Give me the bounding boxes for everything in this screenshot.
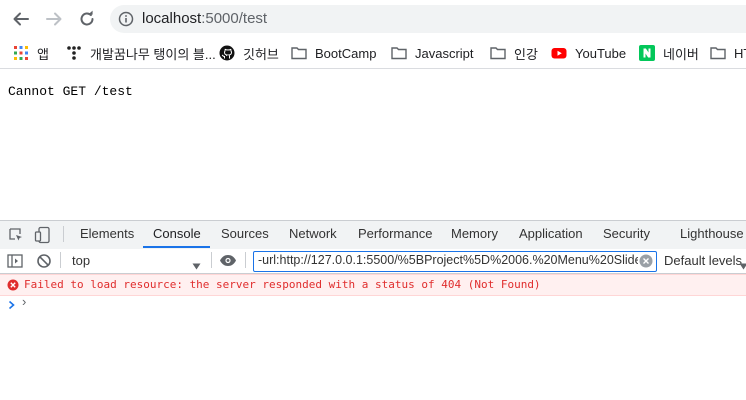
context-selector[interactable]: top [72,253,90,268]
url-host: localhost [142,10,202,27]
dropdown-arrow-icon[interactable] [192,257,201,275]
filter-value: -url:http://127.0.0.1:5500/%5BProject%5D… [258,253,638,267]
bookmark-label: YouTube [575,45,627,61]
divider [63,226,64,242]
bookmark-label: 깃허브 [243,46,279,62]
bookmark-label: 개발꿈나무 탱이의 블... [90,46,216,62]
clear-filter-icon[interactable] [639,254,653,273]
folder-icon [490,45,506,61]
back-arrow-icon [13,12,29,26]
bookmark-label: 네이버 [663,46,699,62]
reload-icon [80,10,94,26]
page-error-message: Cannot GET /test [8,84,133,99]
tab-memory[interactable]: Memory [451,226,498,241]
bookmark-label: 인강 [514,46,538,62]
reload-button[interactable] [76,8,98,30]
apps-grid-icon [13,45,29,61]
levels-dropdown-arrow-icon[interactable] [739,257,746,275]
tab-console[interactable]: Console [153,226,201,241]
divider [245,252,246,268]
folder-icon [391,45,407,61]
bookmark-apps[interactable]: 앱 [13,44,49,62]
console-error-message: Failed to load resource: the server resp… [24,278,541,291]
show-sidebar-icon[interactable] [7,253,23,274]
folder-icon [291,45,307,61]
url-path: :5000/test [201,10,268,27]
log-levels-dropdown[interactable]: Default levels [664,253,742,268]
bookmark-lectures[interactable]: 인강 [490,44,538,62]
tab-network[interactable]: Network [289,226,337,241]
error-icon [7,278,19,296]
active-tab-indicator [143,246,210,248]
tab-application[interactable]: Application [519,226,583,241]
clear-console-icon[interactable] [36,253,52,274]
back-button[interactable] [10,8,32,30]
console-prompt-icon [8,297,16,315]
youtube-icon [551,45,567,61]
github-icon [219,45,235,61]
bookmark-label: HT [734,45,746,61]
tab-sources[interactable]: Sources [221,226,269,241]
tab-performance[interactable]: Performance [358,226,432,241]
url-text[interactable]: localhost:5000/test [142,10,267,27]
tistory-icon [66,45,82,61]
divider [211,252,212,268]
bookmark-label: 앱 [37,46,49,62]
bookmark-ht[interactable]: HT [710,44,746,62]
bookmark-javascript[interactable]: Javascript [391,44,474,62]
tab-security[interactable]: Security [603,226,650,241]
bookmark-youtube[interactable]: YouTube [551,44,626,62]
divider [60,252,61,268]
tab-lighthouse[interactable]: Lighthouse [680,226,744,241]
bookmark-naver[interactable]: 네이버 [639,44,699,62]
forward-arrow-icon [46,12,62,26]
bookmark-label: BootCamp [315,45,377,61]
bookmark-label: Javascript [415,45,474,61]
device-toolbar-icon[interactable] [34,226,52,249]
folder-icon [710,45,726,61]
forward-button[interactable] [43,8,65,30]
tab-elements[interactable]: Elements [80,226,134,241]
info-icon[interactable] [118,11,134,32]
inspect-element-icon[interactable] [8,227,24,248]
bookmark-blog[interactable]: 개발꿈나무 탱이의 블... [66,44,216,62]
console-input[interactable]: › [22,294,26,309]
naver-icon [639,45,655,61]
live-expression-eye-icon[interactable] [219,254,237,272]
bookmark-github[interactable]: 깃허브 [219,44,279,62]
bookmark-bootcamp[interactable]: BootCamp [291,44,376,62]
log-levels-label: Default levels [664,253,743,268]
